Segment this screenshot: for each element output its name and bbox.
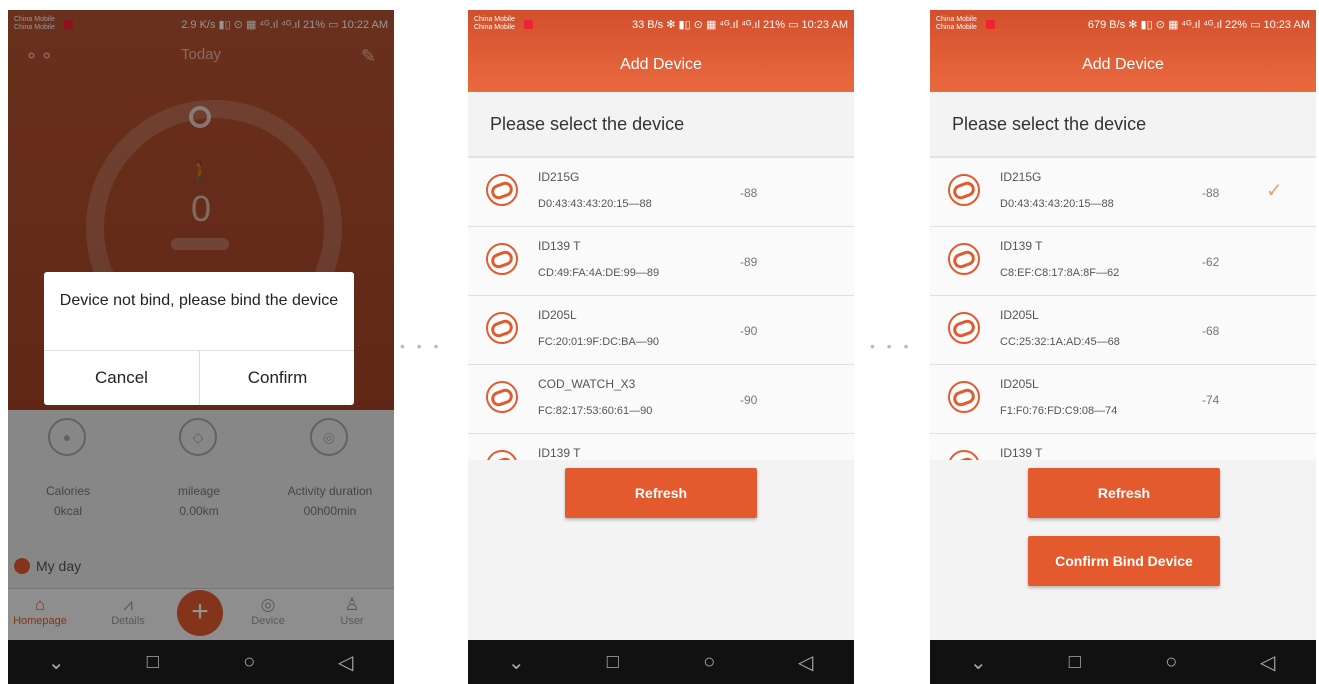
confirm-bind-device-button[interactable]: Confirm Bind Device — [1028, 536, 1220, 586]
list-item[interactable]: ID139 T — [930, 434, 1316, 460]
device-mac: D0:43:43:43:20:15—88 — [1000, 198, 1114, 210]
device-name: ID205L — [1000, 377, 1039, 391]
nav-back-icon[interactable]: ◁ — [1248, 650, 1288, 675]
list-item[interactable]: ID215G D0:43:43:43:20:15—88 -88 — [468, 158, 854, 227]
device-rssi: -90 — [740, 324, 758, 338]
watch-icon — [948, 381, 980, 413]
device-name: ID139 T — [1000, 446, 1043, 460]
nav-down-icon[interactable]: ⌄ — [36, 650, 76, 675]
watch-icon — [948, 174, 980, 206]
watch-icon — [948, 450, 980, 460]
dialog-message: Device not bind, please bind the device — [59, 292, 339, 309]
watch-icon — [486, 312, 518, 344]
list-item[interactable]: ID205L FC:20:01:9F:DC:BA—90 -90 — [468, 296, 854, 365]
list-item[interactable]: ID205L CC:25:32:1A:AD:45—68 -68 — [930, 296, 1316, 365]
device-name: COD_WATCH_X3 — [538, 377, 636, 391]
select-device-heading: Please select the device — [952, 114, 1147, 134]
status-bar: China Mobile China Mobile 33 B/s ✻ ▮▯ ⊙ … — [468, 10, 854, 38]
list-item[interactable]: ID139 T CD:49:FA:4A:DE:99—89 -89 — [468, 227, 854, 296]
nav-back-icon[interactable]: ◁ — [786, 650, 826, 675]
device-mac: D0:43:43:43:20:15—88 — [538, 198, 652, 210]
nav-circle-icon[interactable]: ○ — [229, 651, 269, 674]
page-title: Add Device — [1082, 56, 1164, 73]
nav-circle-icon[interactable]: ○ — [689, 651, 729, 674]
carrier-label: China Mobile China Mobile — [936, 16, 977, 31]
device-rssi: -62 — [1202, 255, 1220, 269]
device-mac: CC:25:32:1A:AD:45—68 — [1000, 336, 1120, 348]
nav-back-icon[interactable]: ◁ — [326, 650, 366, 675]
device-list[interactable]: ID215G D0:43:43:43:20:15—88 -88 ID139 T … — [468, 156, 854, 460]
status-bar: China Mobile China Mobile 679 B/s ✻ ▮▯ ⊙… — [930, 10, 1316, 38]
list-item[interactable]: COD_WATCH_X3 FC:82:17:53:60:61—90 -90 — [468, 365, 854, 434]
device-rssi: -90 — [740, 393, 758, 407]
phone-add-device-screen: China Mobile China Mobile 33 B/s ✻ ▮▯ ⊙ … — [468, 10, 854, 684]
step-separator-dots: • • • — [400, 338, 443, 354]
device-rssi: -89 — [740, 255, 758, 269]
bind-device-dialog: Device not bind, please bind the device … — [44, 272, 354, 405]
status-indicators: 33 B/s ✻ ▮▯ ⊙ ▦ ⁴ᴳ.ıl ⁴ᴳ.ıl 21% ▭ 10:23 … — [632, 18, 848, 31]
list-item[interactable]: ID139 T — [468, 434, 854, 460]
system-nav-bar: ⌄ □ ○ ◁ — [930, 640, 1316, 684]
device-name: ID215G — [538, 170, 580, 184]
nav-circle-icon[interactable]: ○ — [1151, 651, 1191, 674]
device-mac: C8:EF:C8:17:8A:8F—62 — [1000, 267, 1120, 279]
nav-down-icon[interactable]: ⌄ — [496, 650, 536, 675]
status-indicators: 679 B/s ✻ ▮▯ ⊙ ▦ ⁴ᴳ.ıl ⁴ᴳ.ıl 22% ▭ 10:23… — [1087, 18, 1310, 31]
device-mac: FC:82:17:53:60:61—90 — [538, 405, 653, 417]
device-name: ID205L — [1000, 308, 1039, 322]
watch-icon — [486, 243, 518, 275]
device-name: ID139 T — [538, 239, 581, 253]
device-mac: FC:20:01:9F:DC:BA—90 — [538, 336, 660, 348]
watch-icon — [486, 450, 518, 460]
refresh-button[interactable]: Refresh — [565, 468, 757, 518]
page-title: Add Device — [620, 56, 702, 73]
device-name: ID139 T — [538, 446, 581, 460]
device-mac: F1:F0:76:FD:C9:08—74 — [1000, 405, 1118, 417]
phone-home-screen: China Mobile China Mobile 2.9 K/s ▮▯ ⊙ ▦… — [8, 10, 394, 684]
nav-square-icon[interactable]: □ — [1055, 651, 1095, 674]
select-device-heading: Please select the device — [490, 114, 685, 134]
list-item[interactable]: ID205L F1:F0:76:FD:C9:08—74 -74 — [930, 365, 1316, 434]
carrier-label: China Mobile China Mobile — [474, 16, 515, 31]
nav-square-icon[interactable]: □ — [593, 651, 633, 674]
device-list[interactable]: ID215G D0:43:43:43:20:15—88 -88 ✓ ID139 … — [930, 156, 1316, 460]
device-rssi: -88 — [1202, 186, 1220, 200]
device-name: ID215G — [1000, 170, 1042, 184]
device-rssi: -74 — [1202, 393, 1220, 407]
refresh-button[interactable]: Refresh — [1028, 468, 1220, 518]
list-item[interactable]: ID139 T C8:EF:C8:17:8A:8F—62 -62 — [930, 227, 1316, 296]
system-nav-bar: ⌄ □ ○ ◁ — [468, 640, 854, 684]
confirm-button[interactable]: Confirm — [200, 351, 355, 405]
watch-icon — [486, 381, 518, 413]
sim-icon — [986, 19, 995, 29]
watch-icon — [948, 243, 980, 275]
step-separator-dots: • • • — [870, 338, 913, 354]
device-rssi: -68 — [1202, 324, 1220, 338]
device-rssi: -88 — [740, 186, 758, 200]
device-name: ID205L — [538, 308, 577, 322]
phone-confirm-bind-screen: China Mobile China Mobile 679 B/s ✻ ▮▯ ⊙… — [930, 10, 1316, 684]
device-name: ID139 T — [1000, 239, 1043, 253]
list-item-selected[interactable]: ID215G D0:43:43:43:20:15—88 -88 ✓ — [930, 158, 1316, 227]
cancel-button[interactable]: Cancel — [44, 351, 199, 405]
nav-square-icon[interactable]: □ — [133, 651, 173, 674]
watch-icon — [486, 174, 518, 206]
app-bar: China Mobile China Mobile 679 B/s ✻ ▮▯ ⊙… — [930, 10, 1316, 92]
device-mac: CD:49:FA:4A:DE:99—89 — [538, 267, 660, 279]
watch-icon — [948, 312, 980, 344]
nav-down-icon[interactable]: ⌄ — [958, 650, 998, 675]
app-bar: China Mobile China Mobile 33 B/s ✻ ▮▯ ⊙ … — [468, 10, 854, 92]
sim-icon — [524, 19, 533, 29]
checkmark-icon: ✓ — [1266, 180, 1283, 202]
system-nav-bar: ⌄ □ ○ ◁ — [8, 640, 394, 684]
